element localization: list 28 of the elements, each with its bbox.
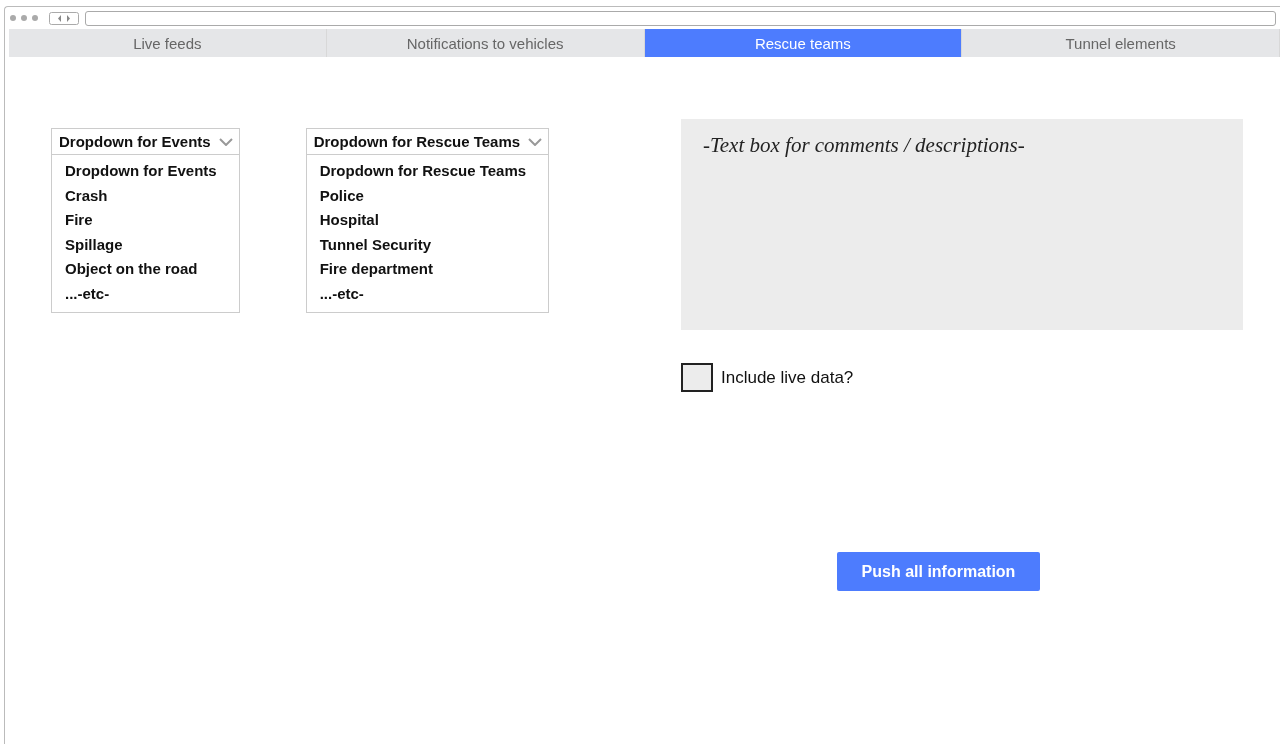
dropdown-option[interactable]: Tunnel Security bbox=[306, 232, 549, 257]
back-forward-icon[interactable] bbox=[49, 11, 79, 25]
dropdown-option[interactable]: Crash bbox=[52, 183, 239, 208]
dropdown-option[interactable]: Spillage bbox=[52, 232, 239, 257]
checkbox-label: Include live data? bbox=[721, 367, 854, 388]
push-button[interactable]: Push all information bbox=[837, 552, 1040, 591]
tab[interactable]: Notifications to vehicles bbox=[326, 29, 645, 57]
comments-field[interactable]: -Text box for comments / descriptions- bbox=[681, 119, 1243, 330]
dropdown-option[interactable]: ...-etc- bbox=[306, 281, 549, 306]
dropdown-option[interactable]: Fire department bbox=[306, 257, 549, 282]
chevron-down-icon bbox=[528, 137, 543, 146]
dropdown-option[interactable]: Dropdown for Rescue Teams bbox=[306, 159, 549, 184]
dropdown-option[interactable]: Fire bbox=[52, 208, 239, 233]
tab[interactable]: Tunnel elements bbox=[962, 29, 1280, 57]
dropdown-option[interactable]: Dropdown for Events bbox=[52, 159, 239, 184]
dropdown-option[interactable]: ...-etc- bbox=[52, 281, 239, 306]
chevron-down-icon bbox=[218, 137, 233, 146]
tab[interactable]: Rescue teams bbox=[644, 29, 963, 57]
address-bar[interactable] bbox=[85, 10, 1276, 26]
dropdown-option[interactable]: Hospital bbox=[306, 208, 549, 233]
dropdown-header[interactable]: Dropdown for Events bbox=[52, 129, 239, 155]
dropdown-option[interactable]: Police bbox=[306, 183, 549, 208]
dropdown-option[interactable]: Object on the road bbox=[52, 257, 239, 282]
checkbox[interactable] bbox=[681, 363, 713, 392]
tab[interactable]: Live feeds bbox=[9, 29, 327, 57]
dropdown-label: Dropdown for Rescue Teams bbox=[313, 133, 521, 150]
dropdown-label: Dropdown for Events bbox=[59, 133, 211, 150]
dropdown-header[interactable]: Dropdown for Rescue Teams bbox=[306, 129, 549, 155]
